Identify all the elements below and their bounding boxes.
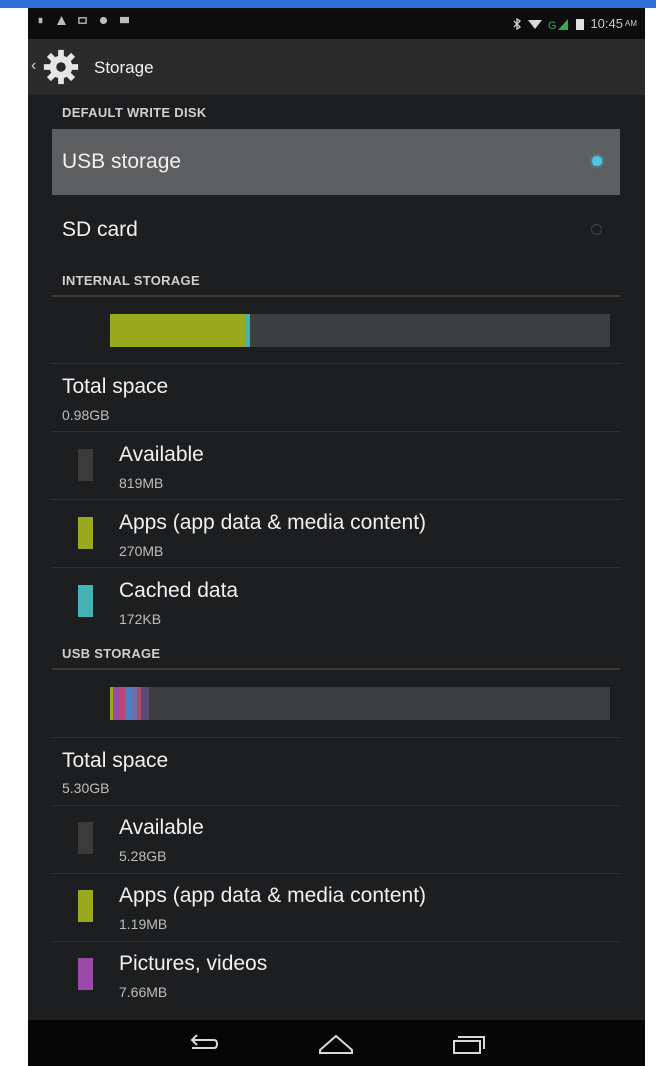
clock-ampm: AM (625, 19, 637, 28)
item-label: Apps (app data & media content) (119, 511, 427, 534)
list-divider (52, 363, 620, 364)
item-value: 819MB (119, 475, 164, 491)
navigation-bar (28, 1020, 645, 1066)
section-divider (52, 668, 620, 670)
list-divider (52, 805, 620, 806)
item-value: 5.28GB (119, 848, 167, 864)
back-button-icon[interactable] (184, 1030, 224, 1058)
action-bar: ‹ Storage (28, 39, 645, 95)
svg-text:G: G (548, 20, 557, 30)
page-title: Storage (94, 58, 154, 77)
radio-unselected-icon[interactable] (591, 224, 602, 235)
item-value: 270MB (119, 543, 164, 559)
home-button-icon[interactable] (316, 1030, 356, 1058)
section-header-internal-storage: INTERNAL STORAGE (62, 273, 200, 288)
item-label: Available (119, 816, 204, 839)
color-swatch-available (78, 822, 93, 854)
recent-apps-button-icon[interactable] (448, 1030, 488, 1058)
internal-storage-usage-bar (110, 314, 610, 347)
warning-icon (57, 16, 66, 25)
list-divider (52, 737, 620, 738)
signal-icon: G (548, 18, 569, 30)
internal-total-space-label: Total space (62, 375, 169, 398)
section-header-default-write-disk: DEFAULT WRITE DISK (62, 105, 207, 120)
item-label: Cached data (119, 579, 239, 602)
list-divider (52, 941, 620, 942)
list-divider (52, 567, 620, 568)
screenshot-icon (78, 17, 87, 24)
radio-option-label: SD card (62, 218, 138, 241)
list-divider (52, 499, 620, 500)
message-icon (120, 16, 129, 24)
usb-total-space-value: 5.30GB (62, 780, 110, 796)
item-label: Apps (app data & media content) (119, 884, 427, 907)
notification-icons (36, 16, 129, 25)
color-swatch-cached (78, 585, 93, 617)
status-bar: G 10:45 AM (28, 8, 645, 39)
clock-time: 10:45 (590, 16, 623, 31)
section-header-usb-storage: USB STORAGE (62, 646, 161, 661)
system-status-icons: G 10:45 AM (512, 16, 637, 31)
item-label: Pictures, videos (119, 952, 268, 975)
window-top-accent (0, 0, 656, 8)
color-swatch-available (78, 449, 93, 481)
battery-icon (576, 18, 585, 30)
back-chevron-icon[interactable]: ‹ (31, 57, 36, 75)
radio-option-label: USB storage (62, 150, 182, 173)
internal-total-space-value: 0.98GB (62, 407, 110, 423)
usage-segment-apps (110, 314, 245, 347)
color-swatch-pictures (78, 958, 93, 990)
bluetooth-icon (513, 17, 522, 30)
usb-total-space-label: Total space (62, 749, 169, 772)
list-divider (52, 431, 620, 432)
radio-option-usb-storage[interactable]: USB storage (52, 129, 620, 195)
color-swatch-apps (78, 517, 93, 549)
color-swatch-apps (78, 890, 93, 922)
item-value: 1.19MB (119, 916, 168, 932)
usb-storage-usage-bar (110, 687, 610, 720)
wifi-icon (528, 19, 543, 29)
usb-notification-icon (38, 17, 43, 24)
device-screen: G 10:45 AM ‹ Storage DEFAULT WRITE DISK … (28, 8, 645, 1066)
list-divider (52, 873, 620, 874)
settings-notification-icon (99, 16, 108, 25)
usage-segment-cached (245, 314, 250, 347)
gear-icon[interactable] (42, 48, 80, 86)
usage-segment-other-2 (141, 687, 149, 720)
section-divider (52, 295, 620, 297)
radio-selected-icon[interactable] (592, 156, 602, 166)
item-value: 7.66MB (119, 984, 168, 1000)
item-value: 172KB (119, 611, 162, 627)
item-label: Available (119, 443, 204, 466)
radio-option-sd-card[interactable]: SD card (52, 197, 620, 263)
